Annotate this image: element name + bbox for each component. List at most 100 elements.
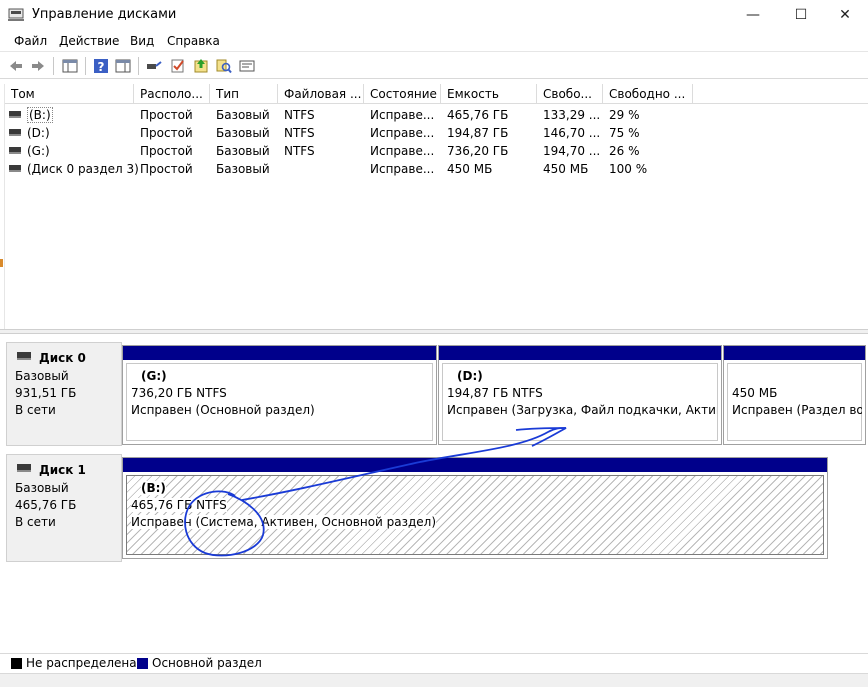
volume-layout: Простой [140, 144, 193, 158]
partition-name: (D:) [457, 369, 483, 383]
maximize-icon: ☐ [794, 7, 808, 23]
partition-status: Исправен (Основной раздел) [131, 403, 315, 417]
close-button[interactable]: ✕ [822, 0, 868, 30]
partition-size: 450 МБ [732, 386, 778, 400]
partition-body: (G:) 736,20 ГБ NTFS Исправен (Основной р… [126, 363, 433, 441]
volume-type: Базовый [216, 144, 270, 158]
partition-size: 194,87 ГБ NTFS [447, 386, 543, 400]
volume-layout: Простой [140, 162, 193, 176]
volume-type: Базовый [216, 126, 270, 140]
volume-free-space: 146,70 ... [543, 126, 601, 140]
properties-icon[interactable] [239, 58, 255, 74]
disk-size: 465,76 ГБ [15, 498, 77, 512]
partition-b[interactable]: (B:) 465,76 ГБ NTFS Исправен (Система, А… [122, 457, 828, 559]
column-header-volume[interactable]: Том [5, 84, 134, 104]
volume-icon [9, 111, 21, 118]
partition-recovery[interactable]: 450 МБ Исправен (Раздел во [723, 345, 866, 445]
partition-body: (D:) 194,87 ГБ NTFS Исправен (Загрузка, … [442, 363, 718, 441]
minimize-icon: — [746, 7, 760, 23]
legend-swatch-unallocated [11, 658, 22, 669]
column-header-type[interactable]: Тип [210, 84, 278, 104]
volume-filesystem: NTFS [284, 108, 315, 122]
close-icon: ✕ [839, 7, 851, 23]
legend-label-primary: Основной раздел [152, 656, 262, 670]
show-console-tree-icon[interactable] [62, 58, 78, 74]
volume-list-header: Том Располо... Тип Файловая ... Состояни… [5, 84, 868, 104]
volume-capacity: 465,76 ГБ [447, 108, 509, 122]
partition-d[interactable]: (D:) 194,87 ГБ NTFS Исправен (Загрузка, … [438, 345, 722, 445]
partition-body-selected: (B:) 465,76 ГБ NTFS Исправен (Система, А… [126, 475, 824, 555]
connect-disk-icon[interactable] [146, 58, 162, 74]
table-row[interactable]: (B:) Простой Базовый NTFS Исправе... 465… [5, 106, 868, 124]
column-header-filesystem[interactable]: Файловая ... [278, 84, 364, 104]
volume-status: Исправе... [370, 162, 435, 176]
disk-0-label[interactable]: Диск 0 Базовый 931,51 ГБ В сети [6, 342, 122, 446]
volume-capacity: 450 МБ [447, 162, 493, 176]
status-bar [0, 673, 868, 687]
legend-swatch-primary [137, 658, 148, 669]
partition-body: 450 МБ Исправен (Раздел во [727, 363, 862, 441]
column-header-free-space[interactable]: Свобо... [537, 84, 603, 104]
show-action-pane-icon[interactable] [115, 58, 131, 74]
help-icon[interactable]: ? [93, 58, 109, 74]
table-row[interactable]: (Диск 0 раздел 3) Простой Базовый Исправ… [5, 160, 868, 178]
volume-layout: Простой [140, 126, 193, 140]
left-edge-highlight [0, 259, 3, 267]
checklist-icon[interactable] [170, 58, 186, 74]
volume-layout: Простой [140, 108, 193, 122]
partition-name: (G:) [141, 369, 167, 383]
disk-graphical-view: Диск 0 Базовый 931,51 ГБ В сети (G:) 736… [0, 334, 868, 653]
volume-status: Исправе... [370, 108, 435, 122]
toolbar-separator [85, 57, 86, 75]
menu-bar: Файл Действие Вид Справка [0, 30, 868, 52]
back-arrow-icon[interactable] [8, 58, 24, 74]
legend-bar: Не распределена Основной раздел [0, 653, 868, 673]
svg-text:?: ? [98, 60, 105, 74]
toolbar-separator [138, 57, 139, 75]
partition-g[interactable]: (G:) 736,20 ГБ NTFS Исправен (Основной р… [122, 345, 437, 445]
menu-help[interactable]: Справка [167, 34, 220, 48]
minimize-button[interactable]: — [730, 0, 776, 30]
maximize-button[interactable]: ☐ [778, 0, 824, 30]
disk-management-app-icon [8, 8, 24, 21]
disk-icon [17, 464, 31, 472]
table-row[interactable]: (G:) Простой Базовый NTFS Исправе... 736… [5, 142, 868, 160]
volume-filesystem: NTFS [284, 126, 315, 140]
menu-action[interactable]: Действие [59, 34, 119, 48]
menu-view[interactable]: Вид [130, 34, 154, 48]
disk-size: 931,51 ГБ [15, 386, 77, 400]
volume-free-percent: 26 % [609, 144, 640, 158]
disk-name: Диск 0 [39, 351, 86, 365]
volume-type: Базовый [216, 108, 270, 122]
disk-1-label[interactable]: Диск 1 Базовый 465,76 ГБ В сети [6, 454, 122, 562]
title-bar: Управление дисками — ☐ ✕ [0, 0, 868, 30]
menu-file[interactable]: Файл [14, 34, 47, 48]
partition-status: Исправен (Загрузка, Файл подкачки, Актив… [447, 403, 717, 417]
column-header-layout[interactable]: Располо... [134, 84, 210, 104]
table-row[interactable]: (D:) Простой Базовый NTFS Исправе... 194… [5, 124, 868, 142]
column-header-free-percent[interactable]: Свободно ... [603, 84, 693, 104]
disk-status: В сети [15, 515, 56, 529]
volume-status: Исправе... [370, 126, 435, 140]
volume-name: (G:) [27, 144, 50, 158]
volume-free-space: 133,29 ... [543, 108, 601, 122]
primary-partition-bar [123, 346, 436, 360]
volume-list: Том Располо... Тип Файловая ... Состояни… [5, 84, 868, 329]
disk-type: Базовый [15, 481, 69, 495]
partition-status: Исправен (Система, Активен, Основной раз… [131, 515, 437, 529]
toolbar: ? [0, 53, 868, 79]
new-volume-icon[interactable] [193, 58, 209, 74]
forward-arrow-icon[interactable] [30, 58, 46, 74]
disk-name: Диск 1 [39, 463, 86, 477]
column-header-capacity[interactable]: Емкость [441, 84, 537, 104]
toolbar-separator [53, 57, 54, 75]
disk-icon [17, 352, 31, 360]
partition-size: 736,20 ГБ NTFS [131, 386, 227, 400]
column-header-status[interactable]: Состояние [364, 84, 441, 104]
search-disk-icon[interactable] [216, 58, 232, 74]
volume-icon [9, 165, 21, 172]
volume-name: (Диск 0 раздел 3) [27, 162, 139, 176]
volume-free-space: 450 МБ [543, 162, 589, 176]
volume-filesystem: NTFS [284, 144, 315, 158]
volume-name: (D:) [27, 126, 50, 140]
